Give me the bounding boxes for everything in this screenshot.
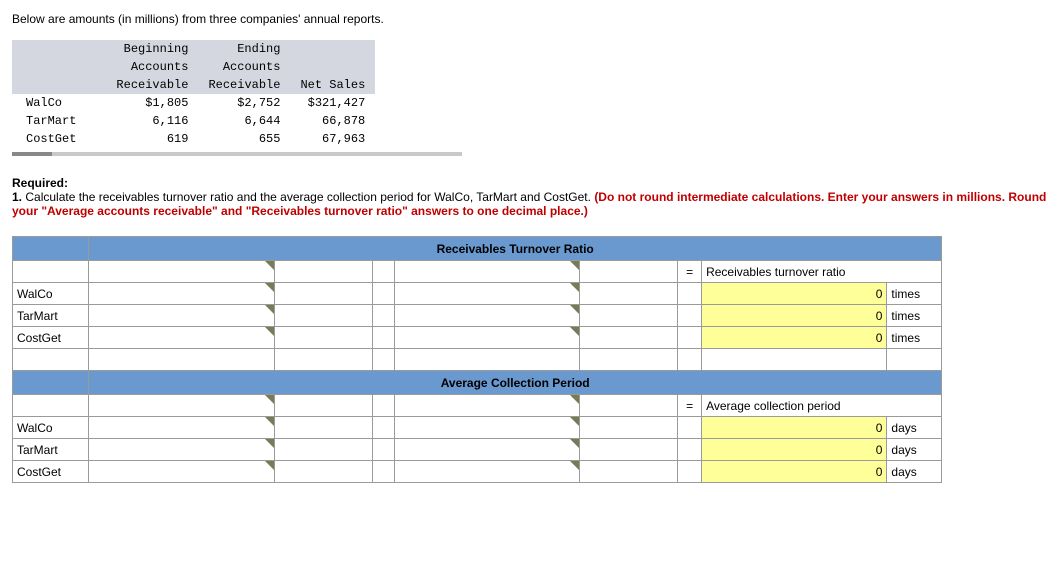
input-cell[interactable] xyxy=(394,327,579,349)
dropdown-icon[interactable] xyxy=(570,261,579,270)
input-cell[interactable] xyxy=(89,395,274,417)
result-unit: days xyxy=(887,461,942,483)
input-cell[interactable] xyxy=(89,261,274,283)
row-name: WalCo xyxy=(12,94,106,112)
col-begin-h3: Receivable xyxy=(106,76,198,94)
section-title: Receivables Turnover Ratio xyxy=(89,237,942,261)
dropdown-icon[interactable] xyxy=(265,283,274,292)
dropdown-icon[interactable] xyxy=(570,461,579,470)
row-name: CostGet xyxy=(12,130,106,148)
row-sales: $321,427 xyxy=(290,94,375,112)
result-unit: times xyxy=(887,305,942,327)
row-label: CostGet xyxy=(13,461,89,483)
required-num: 1. xyxy=(12,190,22,204)
row-end: $2,752 xyxy=(198,94,290,112)
dropdown-icon[interactable] xyxy=(570,305,579,314)
row-label: TarMart xyxy=(13,305,89,327)
row-label: CostGet xyxy=(13,327,89,349)
result-label: Receivables turnover ratio xyxy=(702,261,942,283)
dropdown-icon[interactable] xyxy=(570,439,579,448)
result-label: Average collection period xyxy=(702,395,942,417)
section-header-turnover: Receivables Turnover Ratio xyxy=(13,237,942,261)
input-cell[interactable] xyxy=(394,417,579,439)
row-sales: 67,963 xyxy=(290,130,375,148)
intro-text: Below are amounts (in millions) from thr… xyxy=(12,12,1052,26)
dropdown-icon[interactable] xyxy=(570,417,579,426)
company-data-table: Beginning Ending Accounts Accounts Recei… xyxy=(12,40,375,148)
col-sales-h: Net Sales xyxy=(290,76,375,94)
result-unit: times xyxy=(887,327,942,349)
result-value[interactable]: 0 xyxy=(702,327,887,349)
equals-sign: = xyxy=(678,261,702,283)
row-name: TarMart xyxy=(12,112,106,130)
dropdown-icon[interactable] xyxy=(570,395,579,404)
input-cell[interactable] xyxy=(89,283,274,305)
row-label: WalCo xyxy=(13,283,89,305)
result-value[interactable]: 0 xyxy=(702,283,887,305)
input-cell[interactable] xyxy=(394,439,579,461)
dropdown-icon[interactable] xyxy=(570,327,579,336)
input-cell[interactable] xyxy=(89,439,274,461)
result-value[interactable]: 0 xyxy=(702,417,887,439)
dropdown-icon[interactable] xyxy=(265,261,274,270)
dropdown-icon[interactable] xyxy=(265,305,274,314)
dropdown-icon[interactable] xyxy=(265,417,274,426)
required-body: Calculate the receivables turnover ratio… xyxy=(22,190,594,204)
input-cell[interactable] xyxy=(394,305,579,327)
col-end-h1: Ending xyxy=(198,40,290,58)
col-begin-h1: Beginning xyxy=(106,40,198,58)
input-cell[interactable] xyxy=(394,395,579,417)
row-label: TarMart xyxy=(13,439,89,461)
dropdown-icon[interactable] xyxy=(265,395,274,404)
section-header-collection: Average Collection Period xyxy=(13,371,942,395)
result-unit: days xyxy=(887,417,942,439)
answer-table: Receivables Turnover Ratio = Receivables… xyxy=(12,236,942,483)
dropdown-icon[interactable] xyxy=(265,327,274,336)
row-begin: 619 xyxy=(106,130,198,148)
required-label: Required: xyxy=(12,176,68,190)
row-end: 6,644 xyxy=(198,112,290,130)
result-value[interactable]: 0 xyxy=(702,439,887,461)
result-value[interactable]: 0 xyxy=(702,305,887,327)
input-cell[interactable] xyxy=(89,327,274,349)
dropdown-icon[interactable] xyxy=(570,283,579,292)
col-end-h3: Receivable xyxy=(198,76,290,94)
result-unit: times xyxy=(887,283,942,305)
row-begin: $1,805 xyxy=(106,94,198,112)
divider-bar xyxy=(12,152,462,156)
section-title: Average Collection Period xyxy=(89,371,942,395)
input-cell[interactable] xyxy=(394,461,579,483)
input-cell[interactable] xyxy=(89,461,274,483)
dropdown-icon[interactable] xyxy=(265,439,274,448)
col-begin-h2: Accounts xyxy=(106,58,198,76)
row-begin: 6,116 xyxy=(106,112,198,130)
required-block: Required: 1. Calculate the receivables t… xyxy=(12,176,1052,218)
row-label: WalCo xyxy=(13,417,89,439)
input-cell[interactable] xyxy=(394,283,579,305)
col-end-h2: Accounts xyxy=(198,58,290,76)
input-cell[interactable] xyxy=(89,417,274,439)
dropdown-icon[interactable] xyxy=(265,461,274,470)
equals-sign: = xyxy=(678,395,702,417)
result-value[interactable]: 0 xyxy=(702,461,887,483)
input-cell[interactable] xyxy=(394,261,579,283)
input-cell[interactable] xyxy=(89,305,274,327)
result-unit: days xyxy=(887,439,942,461)
row-end: 655 xyxy=(198,130,290,148)
row-sales: 66,878 xyxy=(290,112,375,130)
